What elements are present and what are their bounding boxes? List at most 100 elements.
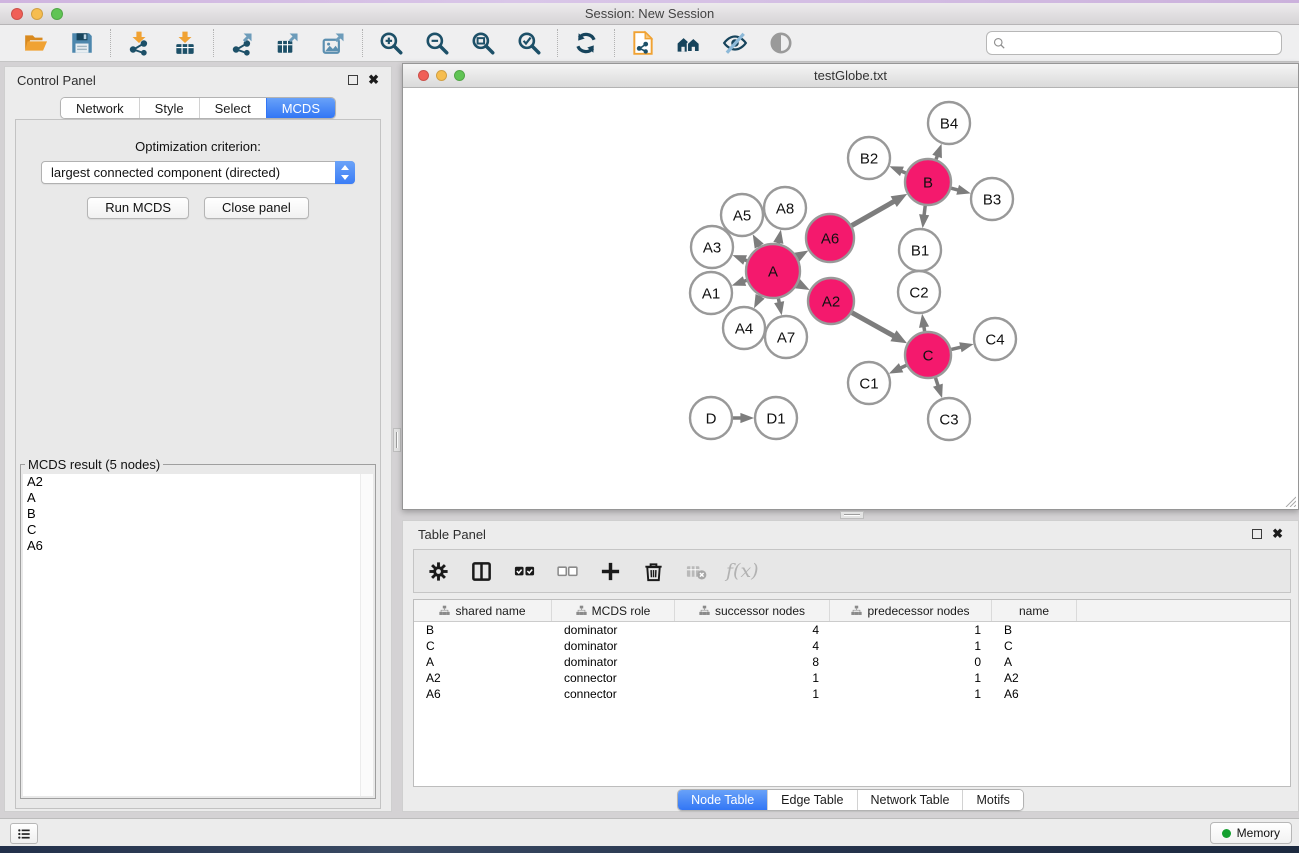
tab-motifs[interactable]: Motifs xyxy=(962,790,1022,810)
table-row[interactable]: Adominator80A xyxy=(414,654,1290,670)
tab-edge-table[interactable]: Edge Table xyxy=(767,790,856,810)
run-mcds-button[interactable]: Run MCDS xyxy=(87,197,189,219)
table-cell[interactable]: 4 xyxy=(675,638,830,654)
table-close-panel-icon[interactable]: ✖ xyxy=(1272,529,1283,539)
network-window-titlebar[interactable]: testGlobe.txt xyxy=(403,64,1298,88)
delete-table-button[interactable] xyxy=(683,558,709,584)
table-cell[interactable]: A xyxy=(414,654,552,670)
close-panel-icon[interactable]: ✖ xyxy=(368,75,379,85)
tab-node-table[interactable]: Node Table xyxy=(678,790,767,810)
close-window-button[interactable] xyxy=(11,8,23,20)
mcds-result-item[interactable]: A6 xyxy=(23,538,373,554)
minimize-window-button[interactable] xyxy=(31,8,43,20)
search-input[interactable] xyxy=(1007,33,1276,53)
table-cell[interactable]: 1 xyxy=(830,670,992,686)
table-cell[interactable]: 1 xyxy=(830,686,992,702)
network-minimize-button[interactable] xyxy=(436,70,447,81)
memory-button[interactable]: Memory xyxy=(1210,822,1292,844)
mcds-result-item[interactable]: C xyxy=(23,522,373,538)
result-list-scrollbar[interactable] xyxy=(360,474,373,796)
unselect-all-button[interactable] xyxy=(554,558,580,584)
delete-table-icon xyxy=(685,560,708,583)
table-cell[interactable]: C xyxy=(992,638,1077,654)
zoom-window-button[interactable] xyxy=(51,8,63,20)
table-cell[interactable]: dominator xyxy=(552,622,675,638)
table-cell[interactable]: 0 xyxy=(830,654,992,670)
export-network-button[interactable] xyxy=(227,28,257,58)
table-cell[interactable]: A2 xyxy=(992,670,1077,686)
network-zoom-button[interactable] xyxy=(454,70,465,81)
table-float-panel-icon[interactable] xyxy=(1252,529,1262,539)
zoom-out-button[interactable] xyxy=(422,28,452,58)
tab-network[interactable]: Network xyxy=(61,98,139,118)
mcds-result-item[interactable]: A xyxy=(23,490,373,506)
table-cell[interactable]: B xyxy=(992,622,1077,638)
function-builder-button[interactable]: f(x) xyxy=(726,560,759,582)
table-cell[interactable]: 1 xyxy=(675,686,830,702)
table-row[interactable]: Bdominator41B xyxy=(414,622,1290,638)
network-close-button[interactable] xyxy=(418,70,429,81)
float-panel-icon[interactable] xyxy=(348,75,358,85)
select-all-button[interactable] xyxy=(511,558,537,584)
zoom-in-button[interactable] xyxy=(376,28,406,58)
columns-button[interactable] xyxy=(468,558,494,584)
criterion-dropdown[interactable]: largest connected component (directed) xyxy=(41,161,355,184)
gear-button[interactable] xyxy=(425,558,451,584)
delete-button[interactable] xyxy=(640,558,666,584)
vertical-splitter-grip[interactable] xyxy=(393,428,401,452)
table-cell[interactable]: A xyxy=(992,654,1077,670)
save-session-button[interactable] xyxy=(67,28,97,58)
graph-edge-A6-B[interactable] xyxy=(852,201,896,226)
import-network-button[interactable] xyxy=(124,28,154,58)
column-header-successor-nodes[interactable]: successor nodes xyxy=(675,600,830,621)
table-row[interactable]: A6connector11A6 xyxy=(414,686,1290,702)
table-cell[interactable]: 4 xyxy=(675,622,830,638)
graph-edge-A2-C[interactable] xyxy=(852,313,895,337)
tab-mcds[interactable]: MCDS xyxy=(266,98,335,118)
table-row[interactable]: Cdominator41C xyxy=(414,638,1290,654)
table-cell[interactable]: dominator xyxy=(552,654,675,670)
table-cell[interactable]: C xyxy=(414,638,552,654)
mcds-result-item[interactable]: A2 xyxy=(23,474,373,490)
export-table-button[interactable] xyxy=(273,28,303,58)
column-header-shared-name[interactable]: shared name xyxy=(414,600,552,621)
table-cell[interactable]: 1 xyxy=(675,670,830,686)
table-row[interactable]: A2connector11A2 xyxy=(414,670,1290,686)
close-panel-button[interactable]: Close panel xyxy=(204,197,309,219)
export-image-button[interactable] xyxy=(319,28,349,58)
hide-details-button[interactable] xyxy=(720,28,750,58)
home-button[interactable] xyxy=(674,28,704,58)
graph-node-label-B3: B3 xyxy=(983,192,1001,209)
column-header-predecessor-nodes[interactable]: predecessor nodes xyxy=(830,600,992,621)
table-cell[interactable]: A6 xyxy=(414,686,552,702)
refresh-button[interactable] xyxy=(571,28,601,58)
table-cell[interactable]: connector xyxy=(552,686,675,702)
column-header-name[interactable]: name xyxy=(992,600,1077,621)
table-cell[interactable]: 1 xyxy=(830,638,992,654)
table-cell[interactable]: connector xyxy=(552,670,675,686)
window-resize-grip[interactable] xyxy=(1283,494,1296,507)
import-table-button[interactable] xyxy=(170,28,200,58)
table-cell[interactable]: A2 xyxy=(414,670,552,686)
mcds-result-item[interactable]: B xyxy=(23,506,373,522)
tab-style[interactable]: Style xyxy=(139,98,199,118)
table-cell[interactable]: A6 xyxy=(992,686,1077,702)
table-cell[interactable]: dominator xyxy=(552,638,675,654)
search-box[interactable] xyxy=(986,31,1282,55)
column-header-MCDS-role[interactable]: MCDS role xyxy=(552,600,675,621)
open-session-button[interactable] xyxy=(21,28,51,58)
table-cell[interactable]: B xyxy=(414,622,552,638)
birdseye-button[interactable] xyxy=(766,28,796,58)
horizontal-splitter-grip[interactable] xyxy=(840,511,864,519)
app-titlebar[interactable]: Session: New Session xyxy=(0,3,1299,25)
table-cell[interactable]: 1 xyxy=(830,622,992,638)
table-cell[interactable]: 8 xyxy=(675,654,830,670)
zoom-selected-button[interactable] xyxy=(514,28,544,58)
add-button[interactable] xyxy=(597,558,623,584)
network-file-button[interactable] xyxy=(628,28,658,58)
task-history-button[interactable] xyxy=(10,823,38,844)
tab-network-table[interactable]: Network Table xyxy=(857,790,963,810)
zoom-fit-button[interactable] xyxy=(468,28,498,58)
network-canvas[interactable]: AA1A2A3A4A5A6A7A8BB1B2B3B4CC1C2C3C4DD1 xyxy=(404,89,1297,508)
tab-select[interactable]: Select xyxy=(199,98,266,118)
